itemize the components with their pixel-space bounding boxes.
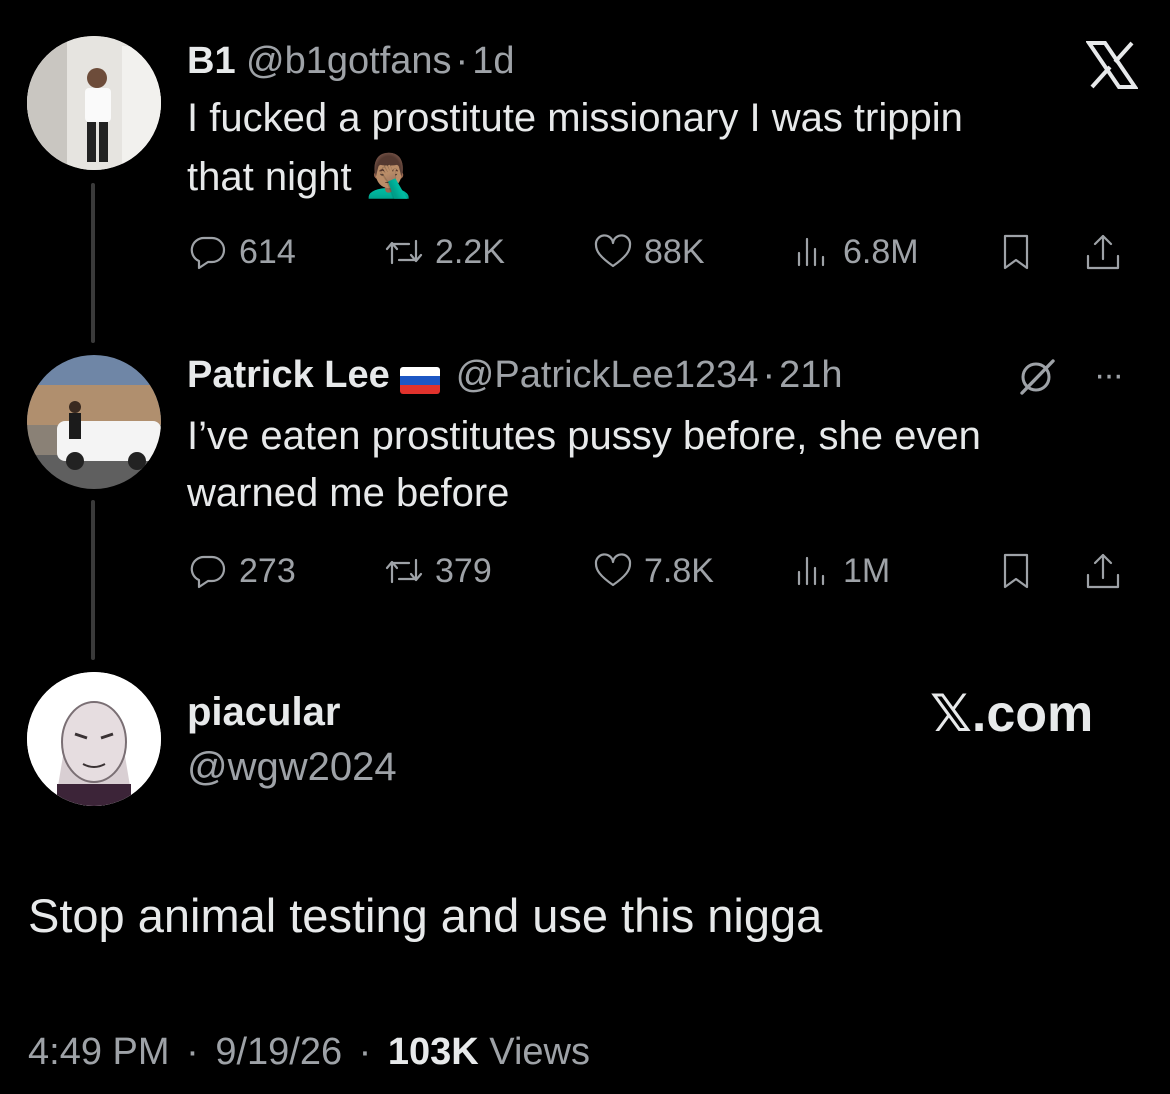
reply-icon [190, 555, 226, 589]
tweet1-share-button[interactable] [1082, 227, 1134, 277]
tweet2-reply-button[interactable]: 273 [187, 546, 296, 596]
retweet-icon [385, 239, 423, 265]
tweet2-actions: 273 379 7.8K 1M [187, 546, 1137, 596]
heart-icon [594, 553, 632, 587]
patrick-avatar-image [27, 355, 161, 489]
tweet1-timestamp[interactable]: 1d [472, 40, 514, 82]
tweet1-text-line2: that night [187, 155, 352, 199]
tweet1-text: I fucked a prostitute missionary I was t… [187, 90, 1137, 206]
tweet1-reply-button[interactable]: 614 [187, 227, 296, 277]
tweet1-author-handle[interactable]: @b1gotfans [246, 40, 452, 82]
tweet2-more-button[interactable]: ··· [1094, 352, 1124, 398]
tweet2-retweet-button[interactable]: 379 [383, 546, 492, 596]
tweet1-retweet-count: 2.2K [435, 232, 505, 271]
bookmark-icon [1003, 553, 1029, 589]
tweet1-separator: · [455, 40, 469, 82]
b1-avatar[interactable] [27, 36, 161, 170]
x-com-brand: 𝕏.com [930, 685, 1094, 743]
views-icon [797, 556, 825, 586]
tweet2-reply-count: 273 [239, 551, 296, 590]
post-text: Stop animal testing and use this nigga [28, 889, 823, 942]
thread-line-2 [91, 500, 95, 660]
tweet2-like-count: 7.8K [644, 551, 714, 590]
tweet1-retweet-button[interactable]: 2.2K [383, 227, 505, 277]
tweet2-views-count: 1M [843, 551, 891, 590]
post-time[interactable]: 4:49 PM [28, 1031, 170, 1073]
post-views-count: 103K [387, 1031, 479, 1073]
post-author-handle[interactable]: @wgw2024 [187, 743, 397, 791]
share-icon [1086, 553, 1120, 589]
tweet1-like-count: 88K [644, 232, 705, 271]
piacular-avatar-image [27, 672, 161, 806]
share-icon [1086, 234, 1120, 270]
tweet2-separator: · [762, 354, 776, 396]
tweet1-text-line1: I fucked a prostitute missionary I was t… [187, 96, 963, 140]
tweet1-bookmark-button[interactable] [995, 227, 1047, 277]
x-logo-icon[interactable] [1085, 41, 1139, 89]
tweet2-views-button[interactable]: 1M [791, 546, 890, 596]
post-meta-separator: · [186, 1031, 199, 1073]
b1-avatar-image [27, 36, 161, 170]
reply-icon [190, 236, 226, 270]
tweet2-author-name[interactable]: Patrick Lee [187, 354, 390, 396]
russia-flag-icon [399, 367, 440, 395]
tweet1-reply-count: 614 [239, 232, 296, 271]
facepalm-emoji: 🤦🏽‍♂️ [362, 152, 415, 199]
piacular-avatar[interactable] [27, 672, 161, 806]
grok-icon[interactable] [1016, 355, 1058, 397]
tweet1-views-button[interactable]: 6.8M [791, 227, 919, 277]
post-author-name[interactable]: piacular [187, 688, 340, 736]
tweet2-bookmark-button[interactable] [995, 546, 1047, 596]
tweet1-views-count: 6.8M [843, 232, 919, 271]
post-views-label: Views [489, 1031, 590, 1073]
tweet1-actions: 614 2.2K 88K 6.8M [187, 227, 1137, 277]
tweet1-like-button[interactable]: 88K [592, 227, 705, 277]
tweet1-header: B1 @b1gotfans · 1d [187, 38, 514, 84]
bookmark-icon [1003, 234, 1029, 270]
views-icon [797, 237, 825, 267]
tweet2-text-line1: I’ve eaten prostitutes pussy before, she… [187, 414, 981, 458]
thread-line-1 [91, 183, 95, 343]
tweet2-text: I’ve eaten prostitutes pussy before, she… [187, 408, 1137, 522]
tweet2-share-button[interactable] [1082, 546, 1134, 596]
retweet-icon [385, 558, 423, 584]
tweet1-author-name[interactable]: B1 [187, 40, 236, 82]
tweet2-author-handle[interactable]: @PatrickLee1234 [456, 354, 759, 396]
tweet2-timestamp[interactable]: 21h [779, 354, 842, 396]
patrick-avatar[interactable] [27, 355, 161, 489]
post-meta: 4:49 PM · 9/19/26 · 103K Views [28, 1028, 590, 1076]
heart-icon [594, 234, 632, 268]
tweet2-retweet-count: 379 [435, 551, 492, 590]
tweet2-header: Patrick Lee @PatrickLee1234 · 21h [187, 352, 843, 398]
tweet2-like-button[interactable]: 7.8K [592, 546, 714, 596]
post-date[interactable]: 9/19/26 [215, 1031, 342, 1073]
tweet2-text-line2: warned me before [187, 471, 510, 515]
post-meta-separator-2: · [358, 1031, 372, 1073]
